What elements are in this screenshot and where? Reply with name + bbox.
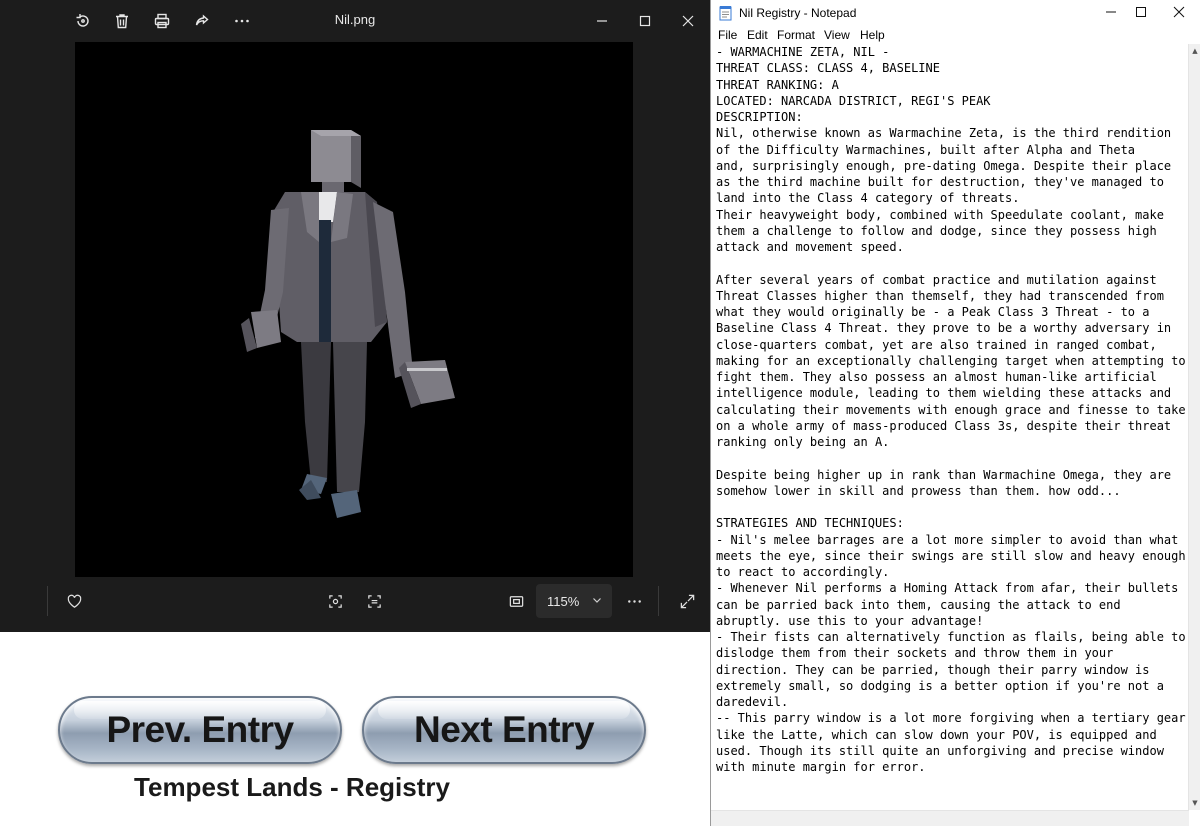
text-line: - Their fists can alternatively function… <box>716 630 1186 644</box>
notepad-app-icon <box>719 6 732 21</box>
text-line: meets the eye, since their swings are st… <box>716 548 1186 563</box>
zoom-level-value: 115% <box>547 593 580 609</box>
text-line: LOCATED: NARCADA DISTRICT, REGI'S PEAK <box>716 93 991 108</box>
text-line: close-quarters combat, yet are also trai… <box>716 337 1157 352</box>
delete-icon[interactable] <box>108 8 136 34</box>
text-line: extremely small, so dodging is a better … <box>716 678 1164 693</box>
text-line: Baseline Class 4 Threat. they prove to b… <box>716 321 1172 336</box>
text-line: dislodge them from their sockets and thr… <box>716 646 1114 661</box>
text-line: daredevil. <box>716 695 789 709</box>
text-line: - Nil's melee barrages are a lot more si… <box>716 532 1179 547</box>
scroll-up-icon[interactable]: ▲ <box>1191 47 1199 55</box>
text-line: abruptly. use this to your advantage! <box>716 613 984 628</box>
text-line: THREAT RANKING: A <box>716 77 839 92</box>
registry-footer: Tempest Lands - Registry <box>0 772 710 803</box>
text-line: Nil, otherwise known as Warmachine Zeta,… <box>716 126 1172 141</box>
notepad-menubar: File Edit Format View Help <box>711 26 1200 44</box>
fullscreen-icon[interactable] <box>673 588 701 614</box>
text-line: used. Though its still quite an unforgiv… <box>716 743 1164 758</box>
horizontal-scrollbar[interactable] <box>711 810 1189 826</box>
text-line <box>716 255 1190 271</box>
robot-figure-image <box>241 130 455 518</box>
next-entry-button[interactable]: Next Entry <box>362 696 646 764</box>
text-line: calculating their movements with enough … <box>716 402 1186 417</box>
text-line <box>716 499 1190 515</box>
menu-view[interactable]: View <box>824 28 850 42</box>
chevron-down-icon <box>593 598 601 603</box>
text-line: what they would originally be - a Peak C… <box>716 305 1150 319</box>
text-line: like the Latte, which can slow down your… <box>716 727 1157 742</box>
toolbar-divider <box>658 586 659 616</box>
next-entry-label: Next Entry <box>413 709 595 750</box>
share-icon[interactable] <box>188 8 216 34</box>
rotate-icon[interactable] <box>69 8 97 34</box>
text-line: on a whole army of mass-produced Class 3… <box>716 418 1172 433</box>
text-line: with minute margin for error. <box>716 760 926 774</box>
prev-entry-label: Prev. Entry <box>106 709 294 750</box>
text-line: direction. They can be parried, though t… <box>716 662 1150 677</box>
menu-file[interactable]: File <box>718 28 737 42</box>
maximize-icon[interactable] <box>630 8 660 34</box>
print-icon[interactable] <box>148 8 176 34</box>
close-icon[interactable] <box>1157 0 1200 24</box>
text-line: and, surprisingly enough, pre-dating Ome… <box>716 158 1172 173</box>
registry-footer-text: Tempest Lands - Registry <box>134 772 450 802</box>
text-line: THREAT CLASS: CLASS 4, BASELINE <box>716 61 940 76</box>
text-line: to react to accordingly. <box>716 565 890 579</box>
close-icon[interactable] <box>673 8 703 34</box>
text-line: STRATEGIES AND TECHNIQUES: <box>716 516 904 531</box>
prev-entry-button[interactable]: Prev. Entry <box>58 696 342 764</box>
text-line: of the Difficulty Warmachines, built aft… <box>716 142 1136 157</box>
text-line: - WARMACHINE ZETA, NIL - <box>716 45 890 59</box>
text-line: can be parried back into them, causing t… <box>716 597 1121 612</box>
scroll-down-icon[interactable]: ▼ <box>1191 799 1199 807</box>
image-canvas <box>75 42 633 577</box>
text-line: ranking only being an A. <box>716 435 890 449</box>
menu-format[interactable]: Format <box>777 28 815 42</box>
actual-size-icon[interactable] <box>502 588 530 614</box>
text-scan-icon[interactable] <box>360 588 388 614</box>
registry-navigation-panel: Prev. Entry Next Entry Tempest Lands - R… <box>0 632 710 826</box>
text-line: - Whenever Nil performs a Homing Attack … <box>716 581 1179 596</box>
text-line: them a challenge to follow and dodge, si… <box>716 223 1157 238</box>
text-line: making for an exceptionally challenging … <box>716 353 1186 368</box>
favorite-heart-icon[interactable] <box>60 588 88 614</box>
viewer-titlebar: Nil.png <box>0 0 710 42</box>
toolbar-divider <box>47 586 48 616</box>
vertical-scrollbar[interactable]: ▲ ▼ <box>1188 44 1200 810</box>
text-line: land into the Class 4 category of threat… <box>716 191 1020 206</box>
text-line: attack and movement speed. <box>716 240 904 254</box>
text-line: -- This parry window is a lot more forgi… <box>716 711 1186 726</box>
notepad-window: Nil Registry - Notepad File Edit Format … <box>710 0 1200 826</box>
menu-edit[interactable]: Edit <box>747 28 768 42</box>
text-line <box>716 450 1190 466</box>
more-options-icon[interactable] <box>620 588 648 614</box>
text-line: DESCRIPTION: <box>716 110 803 124</box>
text-line: After several years of combat practice a… <box>716 272 1157 287</box>
zoom-level-dropdown[interactable]: 115% <box>536 584 612 618</box>
text-line: fight them. They also possess an almost … <box>716 370 1157 384</box>
notepad-window-title: Nil Registry - Notepad <box>739 6 857 20</box>
text-line: as the third machine built for destructi… <box>716 175 1164 189</box>
text-line: Threat Classes higher than themself, the… <box>716 288 1164 303</box>
text-line: intelligence module, leading to them wie… <box>716 386 1172 401</box>
text-line: Despite being higher up in rank than War… <box>716 467 1172 482</box>
photo-viewer-window: Nil.png 115% <box>0 0 710 632</box>
notepad-titlebar: Nil Registry - Notepad <box>711 0 1200 26</box>
text-line: somehow lower in skill and prowess than … <box>716 483 1121 498</box>
menu-help[interactable]: Help <box>860 28 885 42</box>
more-icon[interactable] <box>228 8 256 34</box>
viewer-bottom-toolbar: 115% <box>0 578 710 632</box>
visual-search-icon[interactable] <box>321 588 349 614</box>
viewer-file-title: Nil.png <box>334 12 376 27</box>
notepad-text-area[interactable]: - WARMACHINE ZETA, NIL - THREAT CLASS: CL… <box>716 44 1190 809</box>
minimize-icon[interactable] <box>587 8 617 34</box>
text-line: Their heavyweight body, combined with Sp… <box>716 207 1164 222</box>
